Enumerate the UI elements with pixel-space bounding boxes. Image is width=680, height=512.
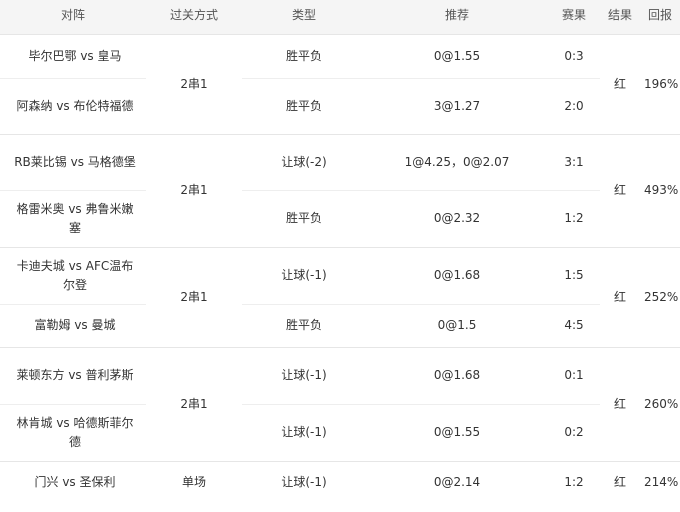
score-cell: 1:2 [564, 211, 584, 225]
pick-cell: 0@2.32 [433, 211, 481, 225]
score-cell: 0:1 [548, 346, 600, 405]
match-cell: RB莱比锡 vs 马格德堡 [0, 133, 146, 191]
pick-cell: 0@1.68 [366, 346, 548, 405]
match-cell: 莱顿东方 vs 普利茅斯 [0, 346, 146, 405]
return-cell: 260% [640, 346, 680, 461]
type-cell: 让球(-1) [242, 460, 366, 503]
pick-cell: 0@1.55 [433, 425, 481, 439]
score-cell: 4:5 [564, 318, 584, 332]
type-cell: 胜平负 [285, 318, 322, 332]
type-cell: 胜平负 [242, 34, 366, 79]
type-cell: 让球(-1) [242, 346, 366, 405]
pick-cell: 3@1.27 [433, 98, 481, 113]
match-cell: 毕尔巴鄂 vs 皇马 [0, 34, 146, 79]
type-cell: 让球(-2) [242, 133, 366, 191]
type-cell: 胜平负 [285, 98, 322, 113]
header-mode: 过关方式 [146, 0, 242, 35]
result-cell: 红 [600, 346, 640, 461]
match-cell: 林肯城 vs 哈德斯菲尔德 [16, 415, 134, 449]
result-cell: 红 [600, 133, 640, 247]
header-row: 对阵 过关方式 类型 推荐 赛果 结果 回报 [0, 0, 680, 35]
table-row: RB莱比锡 vs 马格德堡 2串1 让球(-2) 1@4.25，0@2.07 3… [0, 133, 680, 247]
table-row: 卡迪夫城 vs AFC温布尔登 2串1 让球(-1) 0@1.68 1:5 红 … [0, 246, 680, 347]
header-match: 对阵 [0, 0, 146, 35]
type-cell: 让球(-1) [242, 246, 366, 305]
match-cell: 卡迪夫城 vs AFC温布尔登 [0, 246, 146, 305]
type-cell: 胜平负 [285, 211, 322, 225]
match-cell: 富勒姆 vs 曼城 [34, 318, 116, 332]
pick-cell: 1@4.25，0@2.07 [366, 133, 548, 191]
return-cell: 214% [640, 460, 680, 503]
score-cell: 0:2 [564, 425, 584, 439]
mode-cell: 2串1 [146, 346, 242, 461]
header-return: 回报 [640, 0, 680, 35]
match-cell: 阿森纳 vs 布伦特福德 [16, 98, 134, 113]
header-result: 结果 [600, 0, 640, 35]
table-row: 格雷米奥 vs 弗鲁米嫩塞 胜平负 0@2.32 1:2 [0, 190, 680, 247]
result-cell: 红 [600, 246, 640, 347]
result-cell: 红 [600, 460, 640, 503]
header-type: 类型 [242, 0, 366, 35]
match-cell: 门兴 vs 圣保利 [0, 460, 146, 503]
type-cell: 让球(-1) [281, 425, 327, 439]
score-cell: 2:0 [564, 98, 584, 113]
mode-cell: 单场 [146, 460, 242, 503]
pick-cell: 0@2.14 [366, 460, 548, 503]
score-cell: 1:2 [548, 460, 600, 503]
bets-table: 对阵 过关方式 类型 推荐 赛果 结果 回报 毕尔巴鄂 vs 皇马 2串1 胜平… [0, 0, 680, 503]
score-cell: 1:5 [548, 246, 600, 305]
result-cell: 红 [613, 76, 626, 91]
table-row: 莱顿东方 vs 普利茅斯 2串1 让球(-1) 0@1.68 0:1 红 260… [0, 346, 680, 461]
mode-cell: 2串1 [180, 76, 208, 91]
table-row: 林肯城 vs 哈德斯菲尔德 让球(-1) 0@1.55 0:2 [0, 404, 680, 461]
header-score: 赛果 [548, 0, 600, 35]
return-cell: 252% [640, 246, 680, 347]
match-cell: 格雷米奥 vs 弗鲁米嫩塞 [16, 201, 134, 235]
pick-cell: 0@1.68 [366, 246, 548, 305]
table-row: 毕尔巴鄂 vs 皇马 2串1 胜平负 0@1.55 0:3 红 196% [0, 34, 680, 91]
return-cell: 196% [644, 76, 679, 91]
header-pick: 推荐 [366, 0, 548, 35]
pick-cell: 0@1.55 [366, 34, 548, 79]
mode-cell: 2串1 [146, 246, 242, 347]
table-row: 富勒姆 vs 曼城 胜平负 0@1.5 4:5 [0, 304, 680, 347]
table-row: 阿森纳 vs 布伦特福德 胜平负 3@1.27 2:0 [0, 78, 680, 134]
mode-cell: 2串1 [146, 133, 242, 247]
pick-cell: 0@1.5 [437, 318, 477, 332]
score-cell: 0:3 [548, 34, 600, 79]
score-cell: 3:1 [548, 133, 600, 191]
return-cell: 493% [640, 133, 680, 247]
table-row: 门兴 vs 圣保利 单场 让球(-1) 0@2.14 1:2 红 214% [0, 460, 680, 503]
